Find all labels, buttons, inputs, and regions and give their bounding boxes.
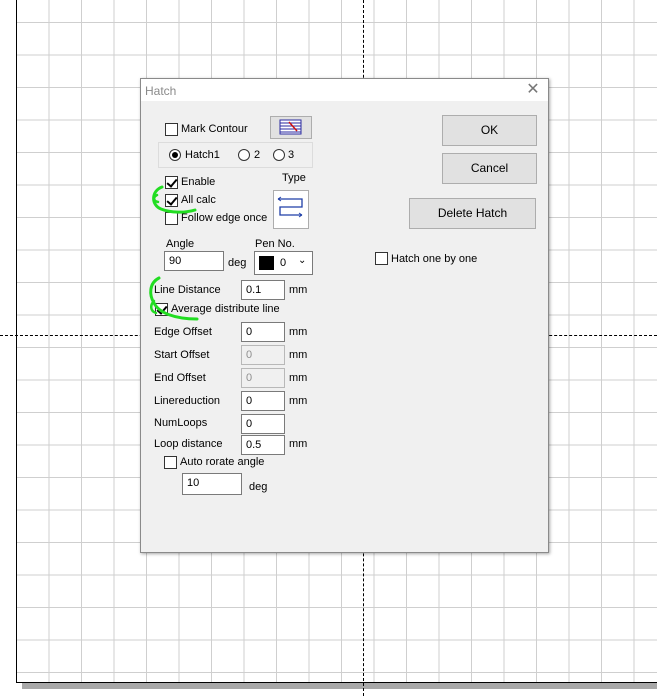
linereduction-unit: mm: [289, 395, 308, 407]
auto-rotate-checkbox[interactable]: [164, 456, 177, 469]
hatch-dialog: Hatch ✕ Mark Contour Hatch1 2 3 Enable A…: [140, 78, 549, 553]
linereduction-label: Linereduction: [154, 395, 221, 407]
mark-contour-checkbox[interactable]: [165, 123, 178, 136]
hatch-type-button[interactable]: [273, 190, 309, 229]
angle-label: Angle: [166, 238, 195, 250]
delete-hatch-button[interactable]: Delete Hatch: [409, 198, 536, 229]
follow-edge-once-checkbox[interactable]: [165, 212, 178, 225]
all-calc-checkbox[interactable]: [165, 194, 178, 207]
highlight-mark-average-distribute: [149, 276, 199, 321]
angle-unit: deg: [228, 257, 247, 269]
loop-distance-unit: mm: [289, 438, 308, 450]
hatch2-label: 2: [254, 149, 261, 161]
hatch3-radio[interactable]: [273, 149, 285, 161]
canvas-shadow: [22, 683, 657, 689]
average-distribute-line-checkbox[interactable]: [155, 303, 168, 316]
hatch2-radio[interactable]: [238, 149, 250, 161]
angle-input[interactable]: 90: [164, 251, 224, 271]
cancel-button[interactable]: Cancel: [442, 153, 537, 184]
pen-select[interactable]: 0 ⌄: [254, 251, 313, 275]
auto-rotate-unit: deg: [249, 481, 268, 493]
start-offset-label: Start Offset: [154, 349, 210, 361]
pen-color-swatch: [259, 256, 274, 270]
hatch-one-by-one-checkbox[interactable]: [375, 252, 388, 265]
enable-label: Enable: [181, 176, 216, 188]
num-loops-label: NumLoops: [154, 417, 208, 429]
linereduction-input[interactable]: 0: [241, 391, 285, 411]
ok-button[interactable]: OK: [442, 115, 537, 146]
auto-rotate-label: Auto rorate angle: [180, 456, 265, 468]
hatch-one-by-one-label: Hatch one by one: [391, 253, 478, 265]
pen-no-label: Pen No.: [255, 238, 295, 250]
follow-edge-once-label: Follow edge once: [181, 212, 268, 224]
num-loops-input[interactable]: 0: [241, 414, 285, 434]
chevron-down-icon: ⌄: [298, 255, 307, 266]
average-distribute-line-label: Average distribute line: [171, 303, 280, 315]
end-offset-input: 0: [241, 368, 285, 388]
auto-rotate-angle-input[interactable]: 10: [182, 473, 242, 495]
start-offset-unit: mm: [289, 349, 308, 361]
loop-distance-label: Loop distance: [154, 438, 223, 450]
type-label: Type: [282, 172, 306, 184]
loop-distance-input[interactable]: 0.5: [241, 435, 285, 455]
end-offset-unit: mm: [289, 372, 308, 384]
close-icon[interactable]: ✕: [524, 81, 542, 99]
edge-offset-unit: mm: [289, 326, 308, 338]
dialog-title: Hatch: [145, 84, 177, 98]
line-distance-input[interactable]: 0.1: [241, 280, 285, 300]
dialog-titlebar: Hatch ✕: [141, 79, 548, 101]
pen-value: 0: [280, 257, 287, 269]
enable-checkbox[interactable]: [165, 176, 178, 189]
hatch1-radio[interactable]: [169, 149, 181, 161]
edge-offset-input[interactable]: 0: [241, 322, 285, 342]
start-offset-input: 0: [241, 345, 285, 365]
end-offset-label: End Offset: [154, 372, 206, 384]
hatch-pattern-icon: [279, 119, 302, 135]
line-distance-label: Line Distance: [154, 284, 221, 296]
contour-settings-button[interactable]: [270, 116, 312, 139]
mark-contour-label: Mark Contour: [181, 123, 248, 135]
hatch-type-icon: [277, 196, 303, 218]
hatch1-label: Hatch1: [185, 149, 220, 161]
hatch3-label: 3: [288, 149, 295, 161]
all-calc-label: All calc: [181, 194, 216, 206]
line-distance-unit: mm: [289, 284, 308, 296]
edge-offset-label: Edge Offset: [154, 326, 212, 338]
